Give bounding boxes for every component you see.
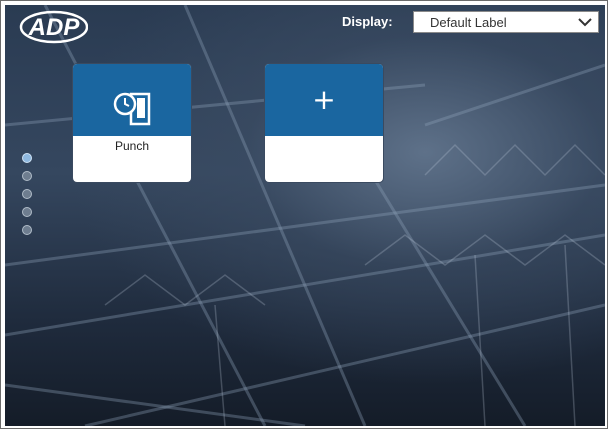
adp-logo-text: ADP [28, 14, 81, 41]
adp-logo: ADP [19, 10, 88, 44]
display-select-value: Default Label [430, 15, 507, 30]
tile-punch[interactable]: Punch [72, 63, 192, 183]
page-dot-4[interactable] [22, 207, 32, 217]
page-dot-5[interactable] [22, 225, 32, 235]
page-dot-2[interactable] [22, 171, 32, 181]
chevron-down-icon [578, 18, 592, 27]
page-dot-3[interactable] [22, 189, 32, 199]
tile-header: + [265, 64, 383, 136]
tile-add[interactable]: + [264, 63, 384, 183]
tile-header [73, 64, 191, 136]
page-indicator [22, 153, 34, 243]
tile-label: Punch [114, 139, 150, 153]
plus-icon: + [312, 83, 336, 116]
clock-door-icon [113, 92, 151, 126]
page-dot-1[interactable] [22, 153, 32, 163]
display-label: Display: [342, 14, 393, 29]
display-select[interactable]: Default Label [413, 11, 599, 33]
